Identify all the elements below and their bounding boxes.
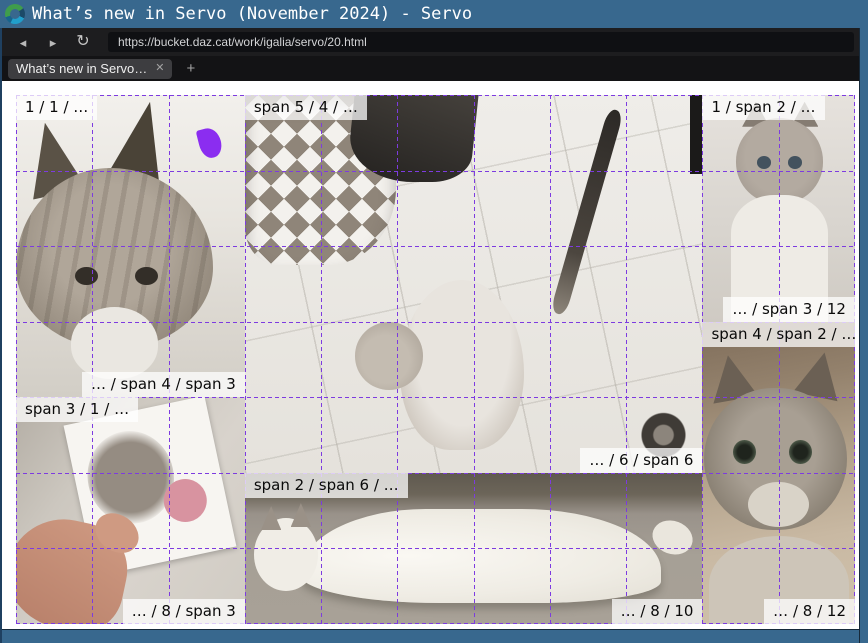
grid-start-label: span 3 / 1 / … — [16, 397, 138, 422]
new-tab-button[interactable]: + — [186, 61, 195, 76]
back-button[interactable]: ◂ — [10, 31, 36, 53]
grid-start-label: span 5 / 4 / … — [245, 95, 367, 120]
grid-start-label: span 2 / span 6 / … — [245, 473, 408, 498]
servo-browser-window: What’s new in Servo (November 2024) - Se… — [0, 0, 868, 643]
cat-eye-shape — [789, 440, 812, 464]
grid-end-label: … / 8 / span 3 — [123, 599, 245, 624]
cat-photo-sitting — [702, 95, 855, 322]
dark-edge-shape — [690, 95, 703, 174]
grid-end-label: … / 6 / span 6 — [580, 448, 702, 473]
grid-item-cat-sitting: 1 / span 2 / … … / span 3 / 12 — [702, 95, 855, 322]
back-icon: ◂ — [20, 36, 27, 49]
grid-item-cat-face: span 4 / span 2 / … … / 8 / 12 — [702, 322, 855, 624]
cat-photo-standing-tail-up — [245, 95, 703, 473]
grid-end-label: … / span 4 / span 3 — [82, 372, 245, 397]
grid-end-label: … / 8 / 10 — [612, 599, 703, 624]
cat-tail-shape — [550, 108, 624, 316]
cat-photo-kitten-closeup — [16, 95, 245, 397]
cat-muzzle-shape — [71, 307, 158, 380]
tab-bar: What’s new in Servo… ✕ + — [2, 56, 860, 81]
window-titlebar[interactable]: What’s new in Servo (November 2024) - Se… — [0, 0, 868, 28]
window-frame-right — [859, 28, 868, 643]
cat-eye-shape — [757, 156, 771, 168]
grid-item-cat-standing: span 5 / 4 / … … / 6 / span 6 — [245, 95, 703, 473]
window-title: What’s new in Servo (November 2024) - Se… — [32, 0, 472, 28]
tab-whats-new-in-servo[interactable]: What’s new in Servo… ✕ — [8, 59, 172, 79]
grid-end-label: … / span 3 / 12 — [723, 297, 855, 322]
cat-body-shape — [300, 509, 662, 603]
tab-label: What’s new in Servo… — [16, 59, 147, 79]
css-grid-demo: 1 / 1 / … … / span 4 / span 3 span 5 / 4… — [16, 95, 855, 624]
cat-eye-shape — [733, 440, 756, 464]
cat-photo-face-closeup — [702, 322, 855, 624]
window-frame-left — [0, 28, 2, 643]
tab-close-icon[interactable]: ✕ — [155, 63, 164, 74]
browser-toolbar: ◂ ▸ ↻ — [2, 28, 860, 56]
grid-start-label: 1 / span 2 / … — [702, 95, 824, 120]
forward-icon: ▸ — [50, 36, 57, 49]
forward-button[interactable]: ▸ — [40, 31, 66, 53]
window-frame-bottom — [0, 629, 868, 643]
page-content: 1 / 1 / … … / span 4 / span 3 span 5 / 4… — [2, 81, 860, 630]
photo-hand-holding-print — [16, 397, 245, 624]
reload-button[interactable]: ↻ — [70, 31, 96, 53]
purple-blob-shape — [196, 126, 224, 161]
url-input[interactable] — [108, 32, 854, 52]
grid-start-label: span 4 / span 2 / … — [702, 322, 855, 347]
printed-cat-shape — [78, 423, 182, 531]
cat-head-shape — [355, 322, 424, 390]
cat-muzzle-shape — [748, 482, 809, 527]
grid-item-kitten-closeup: 1 / 1 / … … / span 4 / span 3 — [16, 95, 245, 397]
cat-ear-shape — [291, 503, 312, 527]
grid-item-hand-photo: span 3 / 1 / … … / 8 / span 3 — [16, 397, 245, 624]
reload-icon: ↻ — [76, 34, 89, 50]
grid-start-label: 1 / 1 / … — [16, 95, 97, 120]
servo-logo-icon — [5, 4, 25, 24]
cat-eye-shape — [788, 156, 802, 168]
grid-item-cat-lying: span 2 / span 6 / … … / 8 / 10 — [245, 473, 703, 624]
grid-end-label: … / 8 / 12 — [764, 599, 855, 624]
cat-head-shape — [736, 118, 823, 204]
